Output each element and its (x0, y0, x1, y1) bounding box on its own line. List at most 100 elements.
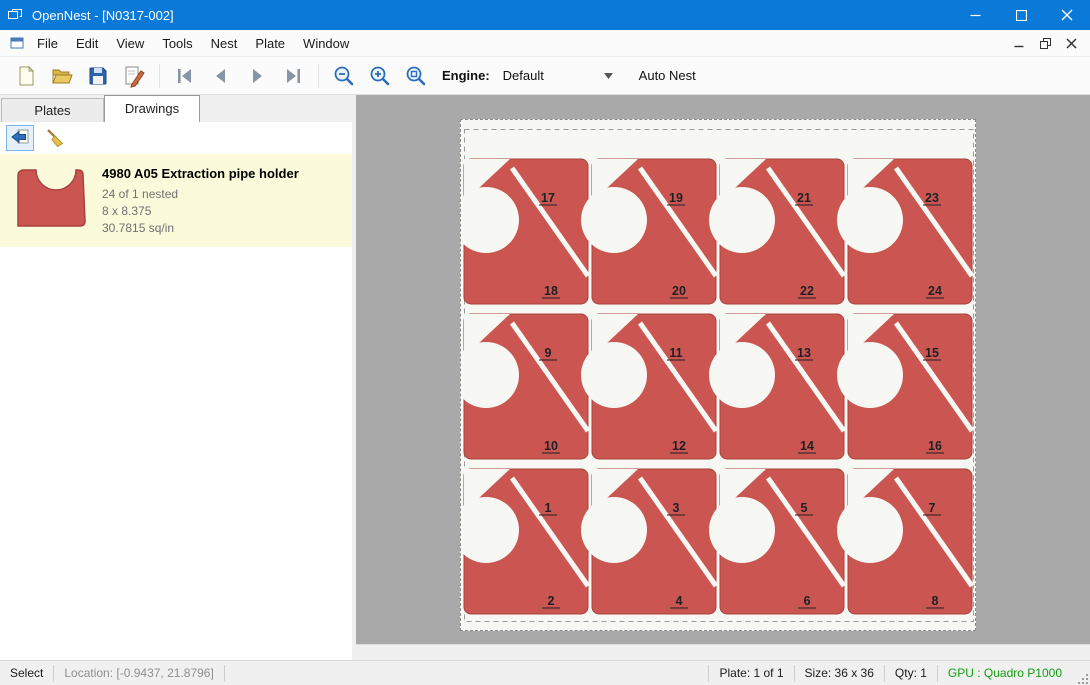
menu-view[interactable]: View (107, 31, 153, 56)
engine-label: Engine: (442, 68, 490, 83)
close-button[interactable] (1044, 0, 1090, 30)
part-number: 15 (925, 346, 939, 360)
minimize-button[interactable] (952, 0, 998, 30)
part-number: 22 (800, 284, 814, 298)
zoom-out-button[interactable] (328, 61, 360, 91)
save-button[interactable] (82, 61, 114, 91)
mdi-window-controls (1008, 34, 1090, 52)
pipe-hole-cutout (709, 342, 775, 408)
part-number: 1 (545, 501, 552, 515)
engine-selected-value: Default (503, 68, 544, 83)
nest-plate-svg[interactable]: 171819202122232491011121314151612345678 (461, 120, 977, 631)
pipe-hole-cutout (837, 342, 903, 408)
menu-edit[interactable]: Edit (67, 31, 107, 56)
drawing-dimensions: 8 x 8.375 (102, 203, 299, 220)
pipe-hole-cutout (581, 497, 647, 563)
menu-window[interactable]: Window (294, 31, 358, 56)
part-number: 6 (804, 594, 811, 608)
statusbar: Select Location: [-0.9437, 21.8796] Plat… (0, 660, 1090, 685)
clean-button[interactable] (41, 125, 69, 151)
part-number: 23 (925, 191, 939, 205)
drawing-info: 4980 A05 Extraction pipe holder 24 of 1 … (102, 162, 299, 237)
part-number: 16 (928, 439, 942, 453)
status-gpu: GPU : Quadro P1000 (938, 665, 1072, 682)
pipe-hole-cutout (709, 497, 775, 563)
save-edit-icon (122, 64, 146, 88)
first-plate-button[interactable] (169, 61, 201, 91)
plate[interactable]: 171819202122232491011121314151612345678 (460, 119, 976, 631)
menu-nest[interactable]: Nest (202, 31, 247, 56)
part-number: 12 (672, 439, 686, 453)
part-thumbnail (12, 162, 90, 232)
part-number: 5 (801, 501, 808, 515)
save-icon (86, 64, 110, 88)
next-arrow-icon (245, 64, 269, 88)
open-button[interactable] (46, 61, 78, 91)
part-number: 3 (673, 501, 680, 515)
canvas-horizontal-scrollbar[interactable] (356, 644, 1090, 660)
tab-plates[interactable]: Plates (1, 98, 104, 122)
status-mode: Select (0, 665, 53, 682)
menu-file[interactable]: File (28, 31, 67, 56)
part-number: 24 (928, 284, 942, 298)
status-size: Size: 36 x 36 (795, 665, 884, 682)
panel-tabstrip: Plates Drawings (0, 95, 352, 122)
app-window: OpenNest - [N0317-002] File Edit View To… (0, 0, 1090, 685)
mdi-restore-button[interactable] (1034, 34, 1056, 52)
menubar: File Edit View Tools Nest Plate Window (0, 30, 1090, 57)
tab-drawings[interactable]: Drawings (104, 95, 200, 122)
resize-grip[interactable] (1072, 661, 1090, 685)
menu-plate[interactable]: Plate (246, 31, 294, 56)
pipe-hole-cutout (709, 187, 775, 253)
drawing-title: 4980 A05 Extraction pipe holder (102, 166, 299, 181)
status-location: Location: [-0.9437, 21.8796] (54, 665, 223, 682)
app-icon (0, 7, 30, 23)
maximize-button[interactable] (998, 0, 1044, 30)
previous-plate-button[interactable] (205, 61, 237, 91)
titlebar: OpenNest - [N0317-002] (0, 0, 1090, 30)
part-number: 21 (797, 191, 811, 205)
save-edit-button[interactable] (118, 61, 150, 91)
new-button[interactable] (10, 61, 42, 91)
zoom-in-button[interactable] (364, 61, 396, 91)
window-controls (952, 0, 1090, 30)
panel-toolbar (0, 122, 352, 154)
mdi-close-button[interactable] (1060, 34, 1082, 52)
part-number: 2 (548, 594, 555, 608)
menu-tools[interactable]: Tools (153, 31, 201, 56)
part-number: 11 (669, 346, 682, 360)
nest-canvas[interactable]: 171819202122232491011121314151612345678 (356, 95, 1090, 660)
zoom-in-icon (368, 64, 392, 88)
part-number: 20 (672, 284, 686, 298)
import-arrow-icon (9, 127, 31, 149)
status-qty: Qty: 1 (885, 665, 937, 682)
engine-select[interactable]: Default (497, 64, 619, 88)
open-folder-icon (50, 64, 74, 88)
last-plate-button[interactable] (277, 61, 309, 91)
drawing-nested-count: 24 of 1 nested (102, 186, 299, 203)
last-arrow-icon (281, 64, 305, 88)
zoom-extents-button[interactable] (400, 61, 432, 91)
mdi-minimize-button[interactable] (1008, 34, 1030, 52)
pipe-hole-cutout (581, 342, 647, 408)
auto-nest-button[interactable]: Auto Nest (639, 68, 696, 83)
part-number: 14 (800, 439, 814, 453)
pipe-hole-cutout (837, 187, 903, 253)
status-plate: Plate: 1 of 1 (709, 665, 793, 682)
drawing-list-item[interactable]: 4980 A05 Extraction pipe holder 24 of 1 … (0, 154, 352, 247)
first-arrow-icon (173, 64, 197, 88)
main-area: Plates Drawings 4980 A05 Extraction pip (0, 95, 1090, 660)
reload-drawing-button[interactable] (6, 125, 34, 151)
broom-icon (44, 127, 66, 149)
next-plate-button[interactable] (241, 61, 273, 91)
part-number: 10 (544, 439, 558, 453)
mdi-child-icon (6, 35, 28, 51)
new-file-icon (14, 64, 38, 88)
toolbar-separator (159, 64, 160, 88)
toolbar-separator (318, 64, 319, 88)
part-number: 17 (541, 191, 555, 205)
part-number: 19 (669, 191, 683, 205)
pipe-hole-cutout (581, 187, 647, 253)
window-title: OpenNest - [N0317-002] (32, 8, 174, 23)
left-panel: Plates Drawings 4980 A05 Extraction pip (0, 95, 352, 660)
